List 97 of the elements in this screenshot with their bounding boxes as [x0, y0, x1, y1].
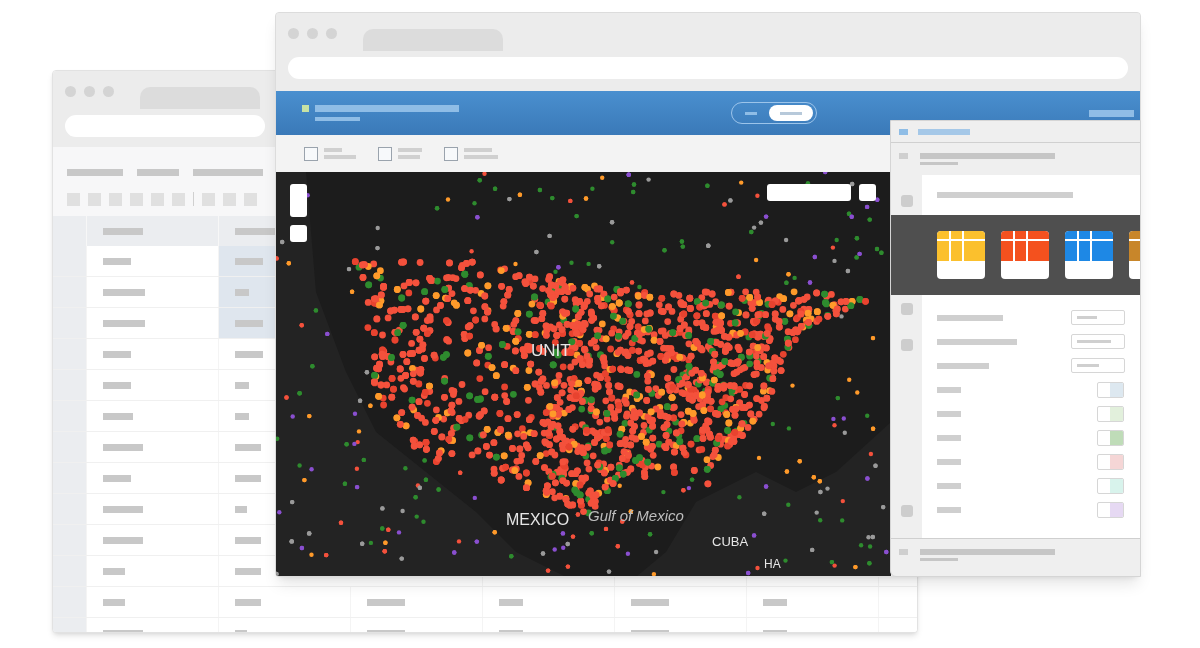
text-placeholder — [1077, 364, 1099, 367]
text-placeholder — [67, 169, 123, 176]
color-picker[interactable] — [1097, 429, 1124, 446]
text-placeholder — [937, 434, 961, 441]
text-placeholder — [235, 505, 247, 513]
country-label: CUBA — [712, 535, 749, 548]
toolbar-icon[interactable] — [67, 192, 80, 206]
toolbar-icon[interactable] — [130, 192, 143, 206]
text-placeholder — [315, 117, 360, 121]
toolbar-icon[interactable] — [223, 192, 236, 206]
text-placeholder — [235, 412, 249, 420]
text-placeholder — [103, 257, 131, 265]
text-placeholder — [464, 148, 492, 152]
color-picker[interactable] — [1097, 453, 1124, 470]
text-placeholder — [235, 381, 249, 389]
layers-button[interactable] — [290, 225, 307, 242]
text-placeholder — [235, 288, 249, 296]
text-placeholder — [103, 505, 143, 513]
checkbox[interactable] — [444, 146, 458, 161]
text-placeholder — [920, 558, 958, 561]
text-placeholder — [918, 128, 970, 135]
text-placeholder — [103, 598, 125, 606]
color-picker[interactable] — [1097, 501, 1124, 518]
text-placeholder — [324, 155, 356, 159]
text-placeholder — [103, 350, 131, 358]
text-placeholder — [235, 443, 261, 451]
toolbar-icon[interactable] — [151, 192, 164, 206]
text-placeholder — [193, 169, 263, 176]
text-placeholder — [235, 257, 263, 265]
text-placeholder — [1089, 109, 1134, 117]
color-picker[interactable] — [1097, 381, 1124, 398]
text-placeholder — [1077, 316, 1097, 319]
text-placeholder — [103, 381, 131, 389]
text-placeholder — [103, 227, 143, 235]
text-placeholder — [398, 155, 420, 159]
toolbar-icon[interactable] — [244, 192, 257, 206]
search-field[interactable] — [767, 184, 851, 201]
text-placeholder — [937, 362, 989, 369]
theme-tile[interactable] — [937, 231, 985, 279]
theme-tile[interactable] — [1001, 231, 1049, 279]
text-placeholder — [235, 567, 261, 575]
text-placeholder — [103, 412, 133, 420]
text-placeholder — [937, 482, 961, 489]
text-placeholder — [937, 410, 961, 417]
side-tab[interactable] — [900, 303, 913, 315]
side-tab[interactable] — [900, 505, 913, 517]
toggle-option[interactable] — [769, 105, 813, 121]
toolbar-icon[interactable] — [202, 192, 215, 206]
text-placeholder — [631, 598, 669, 606]
theme-tile[interactable] — [1065, 231, 1113, 279]
input-field[interactable] — [1071, 334, 1125, 349]
zoom-control[interactable] — [290, 184, 307, 217]
text-placeholder — [103, 319, 145, 327]
map-button[interactable] — [859, 184, 876, 201]
panel-icon — [899, 549, 908, 555]
text-placeholder — [367, 598, 405, 606]
text-placeholder — [235, 536, 261, 544]
text-placeholder — [499, 598, 523, 606]
checkbox[interactable] — [304, 146, 318, 161]
text-placeholder — [235, 598, 261, 606]
panel-icon — [899, 128, 908, 135]
text-placeholder — [937, 386, 961, 393]
text-placeholder — [937, 314, 1003, 321]
text-placeholder — [235, 350, 263, 358]
text-placeholder — [103, 474, 131, 482]
text-placeholder — [937, 458, 961, 465]
text-placeholder — [763, 598, 787, 606]
sea-label: Gulf of Mexico — [588, 508, 684, 523]
side-tab[interactable] — [900, 195, 913, 207]
toolbar-icon[interactable] — [172, 192, 185, 206]
text-placeholder — [103, 536, 143, 544]
input-field[interactable] — [1071, 358, 1125, 373]
text-placeholder — [937, 506, 961, 513]
country-label: MEXICO — [506, 512, 570, 528]
country-label: HA — [764, 558, 781, 570]
toolbar-icon[interactable] — [109, 192, 122, 206]
checkbox[interactable] — [378, 146, 392, 161]
text-placeholder — [103, 443, 143, 451]
text-placeholder — [235, 474, 261, 482]
text-placeholder — [464, 155, 498, 159]
color-picker[interactable] — [1097, 405, 1124, 422]
side-tab[interactable] — [900, 339, 913, 351]
text-placeholder — [137, 169, 179, 176]
text-placeholder — [235, 319, 263, 327]
text-placeholder — [398, 148, 422, 152]
text-placeholder — [235, 227, 275, 235]
panel-icon — [899, 153, 908, 159]
text-placeholder — [920, 162, 958, 165]
logo-icon — [302, 105, 309, 112]
text-placeholder — [324, 148, 342, 152]
text-placeholder — [1077, 340, 1111, 343]
input-field[interactable] — [1071, 310, 1125, 325]
text-placeholder — [103, 567, 125, 575]
color-picker[interactable] — [1097, 477, 1124, 494]
text-placeholder — [103, 288, 145, 296]
map-drawing[interactable] — [276, 172, 891, 576]
toolbar-icon[interactable] — [88, 192, 101, 206]
